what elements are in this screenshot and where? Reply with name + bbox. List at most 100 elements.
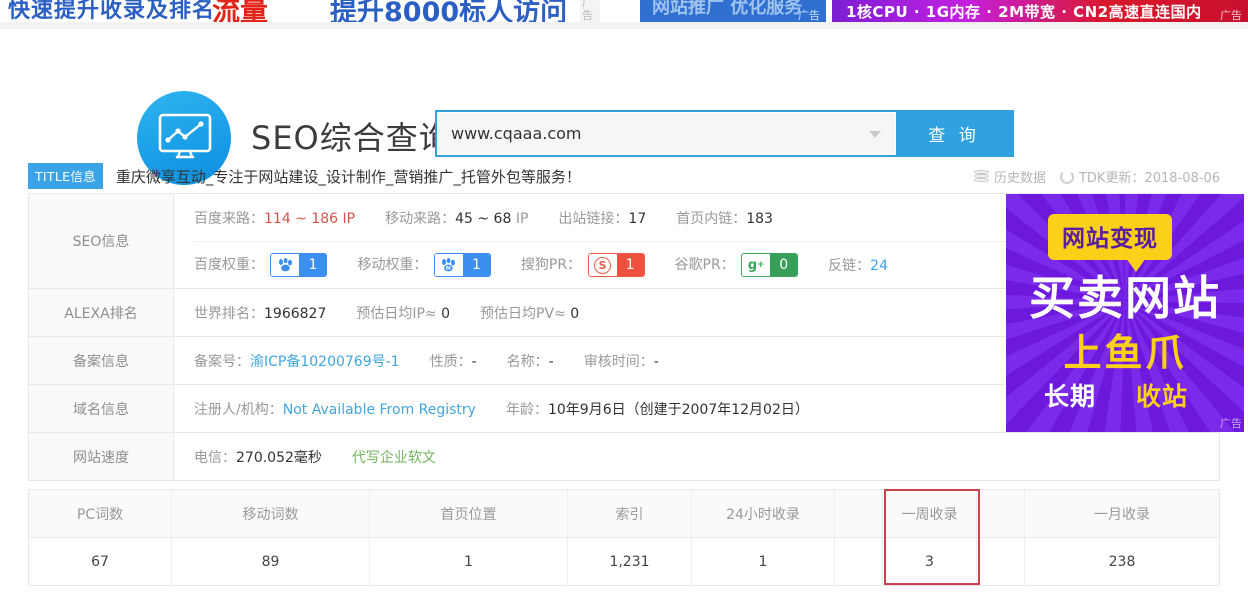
info-label-seo: SEO信息 xyxy=(29,194,174,288)
stats-value-gap-2 xyxy=(977,538,1025,585)
ad-banner-mid[interactable]: 网站推广 优化服务 广告 xyxy=(640,0,826,22)
backlinks: 反链：24 xyxy=(828,258,888,274)
registrant: 注册人/机构：Not Available From Registry xyxy=(194,401,476,418)
backlinks-value: 24 xyxy=(870,258,888,274)
ad-label-left: 广告 xyxy=(580,0,600,22)
domain-age: 年龄：10年9月6日（创建于2007年12月02日） xyxy=(505,401,809,418)
ad-banner-left[interactable]: 快速提升收录及排名 流量 提升8000标人访问 广告 xyxy=(0,0,600,22)
mobile-weight-value: 1 xyxy=(462,254,490,276)
chevron-down-icon[interactable] xyxy=(869,131,881,138)
telecom-speed: 电信：270.052毫秒 xyxy=(194,449,322,466)
stats-value-home-rank: 1 xyxy=(370,538,568,585)
telecom-speed-value: 270.052毫秒 xyxy=(236,449,322,466)
info-label-icp: 备案信息 xyxy=(29,337,174,384)
icp-number: 备案号：渝ICP备10200769号-1 xyxy=(194,353,400,370)
stats-header-row: PC词数 移动词数 首页位置 索引 24小时收录 一周收录 一月收录 xyxy=(29,490,1219,538)
home-inlinks-value: 183 xyxy=(746,210,773,227)
baidu-paw-icon xyxy=(271,254,300,276)
speed-line: 电信：270.052毫秒 代写企业软文 xyxy=(194,433,1219,480)
ad-label-mid: 广告 xyxy=(798,9,820,22)
info-label-alexa: ALEXA排名 xyxy=(29,289,174,336)
stats-value-week: 3 xyxy=(883,538,977,585)
baidu-mobile-paw-icon: M xyxy=(434,254,463,276)
sogou-pr-badge[interactable]: S 1 xyxy=(587,253,645,277)
side-ad-banner[interactable]: 网站变现 买卖网站 上鱼爪 长期 收站 广告 xyxy=(1006,194,1244,432)
query-button[interactable]: 查 询 xyxy=(896,112,1012,155)
mobile-weight-badge[interactable]: M 1 xyxy=(433,253,491,277)
keyword-stats-table: PC词数 移动词数 首页位置 索引 24小时收录 一周收录 一月收录 67 89… xyxy=(28,489,1220,586)
history-data-button[interactable]: 历史数据 xyxy=(973,167,1046,186)
google-plus-icon: g + xyxy=(742,254,771,276)
icp-audit-time-value: - xyxy=(653,353,659,370)
svg-text:M: M xyxy=(446,266,451,272)
registrant-link[interactable]: Not Available From Registry xyxy=(283,402,476,418)
ad-left-text-b: 流量 xyxy=(212,0,269,22)
site-title-text: 重庆微享互动_专注于网站建设_设计制作_营销推广_托管外包等服务！ xyxy=(115,167,581,186)
icp-name-value: - xyxy=(548,353,554,370)
stats-header-mobile-words[interactable]: 移动词数 xyxy=(172,490,370,537)
stats-value-mobile-words: 89 xyxy=(172,538,370,585)
stats-value-index: 1,231 xyxy=(568,538,692,585)
sogou-pr: 搜狗PR： S 1 xyxy=(521,253,645,277)
google-pr-badge[interactable]: g + 0 xyxy=(741,253,799,277)
info-row-speed: 网站速度 电信：270.052毫秒 代写企业软文 xyxy=(29,433,1219,481)
site-info-table: SEO信息 百度来路：114 ~ 186 IP 移动来路：45 ~ 68 IP … xyxy=(28,193,1244,481)
stats-header-home-rank[interactable]: 首页位置 xyxy=(370,490,568,537)
search-input[interactable] xyxy=(438,113,838,154)
stats-header-gap-1 xyxy=(835,490,883,537)
search-bar: 查 询 xyxy=(435,110,1014,157)
mobile-weight: 移动权重： M 1 xyxy=(357,253,491,277)
side-ad-subline: 上鱼爪 xyxy=(1063,331,1187,375)
domain-age-value: 10年9月6日（创建于2007年12月02日） xyxy=(547,401,809,418)
stats-value-gap-1 xyxy=(835,538,883,585)
stats-value-pc-words: 67 xyxy=(29,538,172,585)
refresh-icon xyxy=(1059,169,1074,184)
daily-pv-value: 0 xyxy=(570,305,580,322)
daily-pv: 预估日均PV≈ 0 xyxy=(480,305,580,322)
top-ad-strip: 快速提升收录及排名 流量 提升8000标人访问 广告 网站推广 优化服务 广告 … xyxy=(0,0,1248,22)
tdk-update-label: TDK更新：2018-08-06 xyxy=(1078,171,1220,186)
ad-left-text-a: 快速提升收录及排名 xyxy=(8,0,216,22)
side-ad-headline: 买卖网站 xyxy=(1029,271,1221,325)
side-ad-foot-left: 长期 xyxy=(1044,382,1097,411)
google-pr-value: 0 xyxy=(770,254,798,276)
stats-header-24h[interactable]: 24小时收录 xyxy=(692,490,835,537)
icp-number-link[interactable]: 渝ICP备10200769号-1 xyxy=(250,354,400,370)
daily-ip: 预估日均IP≈ 0 xyxy=(356,305,451,322)
search-box[interactable] xyxy=(437,112,896,155)
stats-header-month[interactable]: 一月收录 xyxy=(1025,490,1219,537)
google-pr: 谷歌PR： g + 0 xyxy=(675,253,799,277)
info-label-domain: 域名信息 xyxy=(29,385,174,432)
baidu-weight-value: 1 xyxy=(299,254,327,276)
ad-left-text-c: 提升8000标人访问 xyxy=(330,0,568,22)
outbound-links-value: 17 xyxy=(628,210,647,227)
outbound-links: 出站链接：17 xyxy=(558,210,647,227)
home-inlinks: 首页内链：183 xyxy=(676,210,773,227)
title-info-row: TITLE信息 重庆微享互动_专注于网站建设_设计制作_营销推广_托管外包等服务… xyxy=(28,159,1220,193)
sogou-pr-value: 1 xyxy=(616,254,644,276)
tdk-refresh-button[interactable]: TDK更新：2018-08-06 xyxy=(1059,167,1220,186)
page-title: SEO综合查询 xyxy=(251,119,452,157)
stats-header-index[interactable]: 索引 xyxy=(568,490,692,537)
stats-header-gap-2 xyxy=(977,490,1025,537)
stats-header-week[interactable]: 一周收录 xyxy=(883,490,977,537)
sogou-s-icon: S xyxy=(588,254,617,276)
ad-label-right: 广告 xyxy=(1220,9,1242,22)
icp-audit-time: 审核时间：- xyxy=(583,353,659,370)
ad-right-text: 1核CPU · 1G内存 · 2M带宽 · CN2高速直连国内 xyxy=(846,3,1202,21)
soft-article-link-wrap: 代写企业软文 xyxy=(352,447,436,467)
side-ad-foot-right: 收站 xyxy=(1136,382,1189,411)
info-label-speed: 网站速度 xyxy=(29,433,174,480)
baidu-traffic-value: 114 ~ 186 xyxy=(264,210,339,227)
side-ad-bubble: 网站变现 xyxy=(1048,214,1172,272)
history-data-label: 历史数据 xyxy=(993,171,1046,186)
title-badge: TITLE信息 xyxy=(28,163,103,189)
baidu-weight: 百度权重： 1 xyxy=(194,253,328,277)
stats-header-pc-words[interactable]: PC词数 xyxy=(29,490,172,537)
history-icon xyxy=(973,169,989,184)
page-header: SEO综合查询 查 询 xyxy=(0,29,1248,185)
ad-banner-right[interactable]: 1核CPU · 1G内存 · 2M带宽 · CN2高速直连国内 广告 xyxy=(832,0,1248,22)
soft-article-link[interactable]: 代写企业软文 xyxy=(352,450,436,466)
icp-nature: 性质：- xyxy=(429,353,477,370)
baidu-weight-badge[interactable]: 1 xyxy=(270,253,328,277)
